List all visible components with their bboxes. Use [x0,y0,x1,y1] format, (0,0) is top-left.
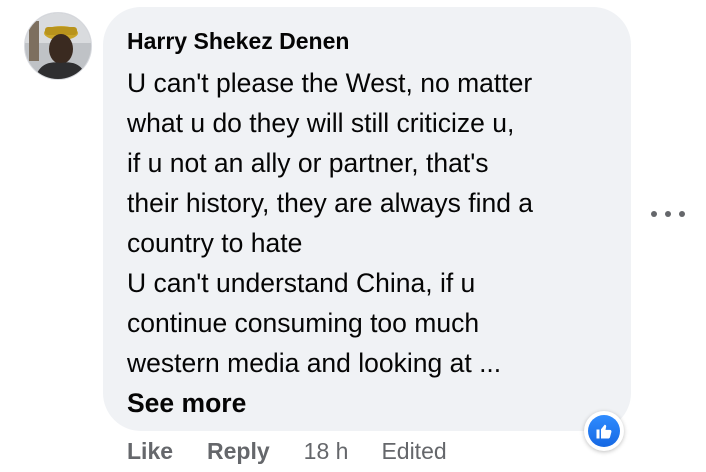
avatar[interactable] [24,12,92,80]
comment-author[interactable]: Harry Shekez Denen [127,27,609,55]
reply-button[interactable]: Reply [207,438,270,465]
see-more-link[interactable]: See more [127,383,609,423]
more-options-icon[interactable] [651,206,685,222]
dot [679,211,685,217]
comment-line: continue consuming too much [127,308,480,338]
profile-photo [25,13,91,79]
comment-actions: Like Reply 18 h Edited [127,435,447,467]
comment-line: their history, they are always find a [127,188,534,218]
edited-label[interactable]: Edited [381,438,446,465]
like-button[interactable]: Like [127,438,173,465]
comment-timestamp[interactable]: 18 h [304,438,349,465]
comment-line: what u do they will still criticize u, [127,108,515,138]
comment-line: western media and looking at ... [127,348,502,378]
dot [665,211,671,217]
comment-bubble: Harry Shekez Denen U can't please the We… [103,7,631,431]
reaction-badge[interactable] [584,411,624,451]
comment-line: U can't understand China, if u [127,268,476,298]
comment-text: U can't please the West, no matter what … [127,63,609,423]
dot [651,211,657,217]
comment-line: U can't please the West, no matter [127,68,533,98]
comment-line: country to hate [127,228,303,258]
thumbs-up-icon [588,415,620,447]
comment-line: if u not an ally or partner, that's [127,148,489,178]
